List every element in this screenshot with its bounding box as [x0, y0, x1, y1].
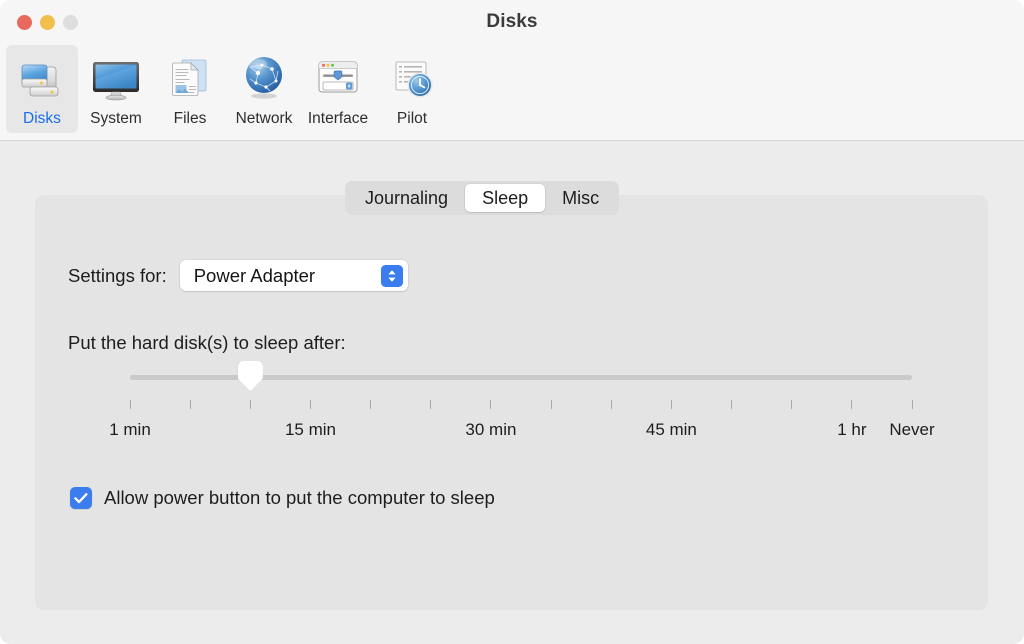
tab-sleep[interactable]: Sleep [465, 184, 545, 212]
toolbar-item-pilot[interactable]: Pilot [376, 45, 448, 133]
slider-tick-label: 15 min [285, 420, 336, 440]
power-button-sleep-label: Allow power button to put the computer t… [104, 487, 495, 509]
slider-tick [130, 400, 131, 409]
slider-tick [370, 400, 371, 409]
titlebar: Disks [0, 0, 1024, 45]
tab-bar: Journaling Sleep Misc [345, 181, 619, 215]
toolbar-item-interface[interactable]: Interface [302, 45, 374, 133]
sleep-slider-caption: Put the hard disk(s) to sleep after: [68, 332, 346, 354]
slider-tick [430, 400, 431, 409]
display-icon [88, 49, 144, 105]
slider-tick [791, 400, 792, 409]
clock-list-icon [384, 49, 440, 105]
sleep-slider[interactable] [130, 372, 912, 384]
slider-ticks [130, 400, 912, 410]
slider-tick [731, 400, 732, 409]
slider-tick [912, 400, 913, 409]
toolbar-item-label: Network [236, 109, 293, 128]
globe-icon [236, 49, 292, 105]
tab-journaling[interactable]: Journaling [348, 184, 465, 212]
slider-tick [250, 400, 251, 409]
slider-tick-label: 1 hr [837, 420, 866, 440]
toolbar: Disks [0, 45, 1024, 141]
settings-for-row: Settings for: Power Adapter [68, 260, 408, 291]
toolbar-item-label: Interface [308, 109, 368, 128]
slider-tick-label: 1 min [109, 420, 151, 440]
toolbar-item-disks[interactable]: Disks [6, 45, 78, 133]
power-button-sleep-checkbox[interactable] [70, 487, 92, 509]
settings-for-label: Settings for: [68, 265, 167, 287]
power-button-sleep-checkbox-row[interactable]: Allow power button to put the computer t… [70, 487, 495, 509]
toolbar-item-system[interactable]: System [80, 45, 152, 133]
page-title: Disks [0, 11, 1024, 33]
documents-icon [162, 49, 218, 105]
toolbar-item-label: Pilot [397, 109, 427, 128]
toolbar-item-label: System [90, 109, 142, 128]
toolbar-item-network[interactable]: Network [228, 45, 300, 133]
disks-icon [14, 49, 70, 105]
toolbar-item-label: Disks [23, 109, 61, 128]
toolbar-item-label: Files [174, 109, 207, 128]
settings-for-value: Power Adapter [194, 265, 315, 287]
chevron-up-down-icon [381, 265, 403, 287]
slider-tick [310, 400, 311, 409]
slider-tick-label: 30 min [465, 420, 516, 440]
slider-tick [851, 400, 852, 409]
tab-misc[interactable]: Misc [545, 184, 616, 212]
toolbar-item-files[interactable]: Files [154, 45, 226, 133]
slider-tick [490, 400, 491, 409]
slider-tick [611, 400, 612, 409]
controls-icon [310, 49, 366, 105]
settings-for-popup-button[interactable]: Power Adapter [180, 260, 408, 291]
toolbar-items: Disks [6, 45, 450, 133]
slider-tick-labels: 1 min 15 min 30 min 45 min 1 hr Never [0, 420, 1024, 444]
slider-tick [671, 400, 672, 409]
slider-tick-label: Never [889, 420, 934, 440]
disks-preferences-window: Disks [0, 0, 1024, 644]
slider-tick [551, 400, 552, 409]
checkmark-icon [70, 487, 92, 509]
slider-tick [190, 400, 191, 409]
slider-tick-label: 45 min [646, 420, 697, 440]
